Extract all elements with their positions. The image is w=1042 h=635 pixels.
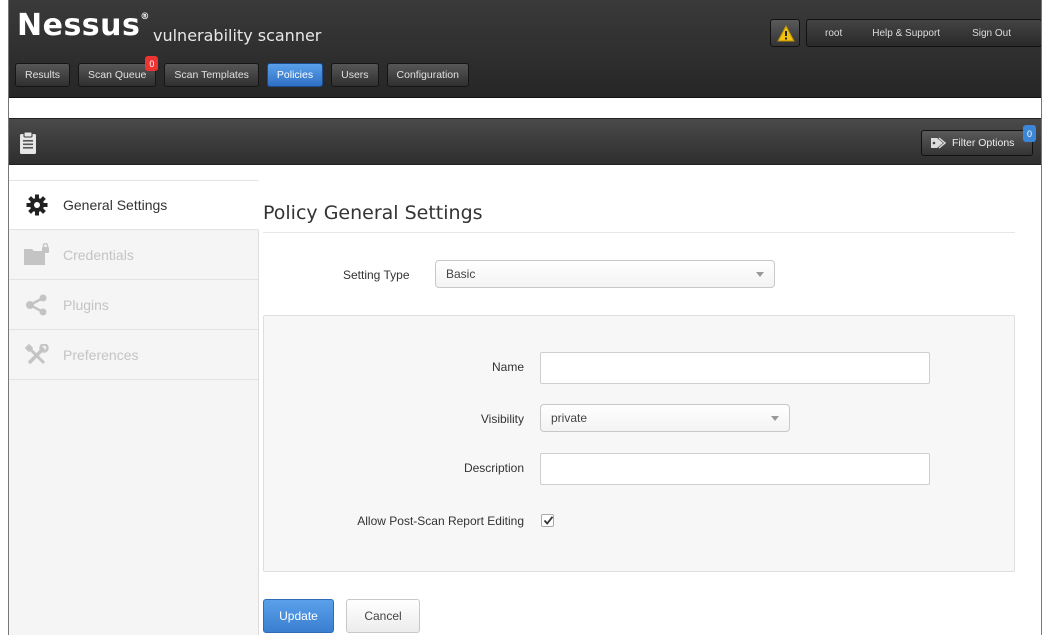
sidebar-item-preferences[interactable]: Preferences: [9, 330, 258, 380]
sidebar-item-plugins[interactable]: Plugins: [9, 280, 258, 330]
allow-post-scan-editing-label: Allow Post-Scan Report Editing: [357, 514, 524, 528]
nav-scan-queue[interactable]: Scan Queue 0: [78, 56, 159, 87]
nav-scan-templates[interactable]: Scan Templates: [164, 63, 259, 87]
nav-results[interactable]: Results: [15, 63, 71, 87]
nav-scan-queue-label: Scan Queue: [88, 69, 147, 81]
sidebar-item-label: Credentials: [63, 246, 134, 263]
gear-icon: [23, 193, 51, 217]
nav-configuration[interactable]: Configuration: [386, 63, 469, 87]
general-settings-form: Name Visibility private Description Allo…: [263, 315, 1015, 572]
user-bar: root Help & Support Sign Out: [806, 19, 1041, 47]
sidebar-item-label: Plugins: [63, 296, 109, 313]
tools-icon: [23, 343, 51, 367]
folder-lock-icon: [23, 242, 51, 267]
nav-policies[interactable]: Policies: [266, 63, 324, 87]
top-header: Nessus® vulnerability scanner root Help …: [9, 0, 1041, 98]
sidebar-item-credentials[interactable]: Credentials: [9, 230, 258, 280]
app-window: Nessus® vulnerability scanner root Help …: [8, 0, 1042, 635]
share-nodes-icon: [23, 293, 51, 317]
clipboard-icon: [20, 131, 36, 154]
description-label: Description: [463, 461, 524, 475]
sidebar-item-general-settings[interactable]: General Settings: [9, 180, 259, 230]
cancel-button[interactable]: Cancel: [346, 599, 420, 633]
warning-button[interactable]: [770, 19, 800, 47]
setting-type-value: Basic: [446, 267, 476, 281]
checkmark-icon: [543, 516, 554, 525]
filter-options-button[interactable]: Filter Options 0: [921, 125, 1036, 156]
tags-icon: [931, 137, 946, 149]
logo: Nessus®: [17, 8, 150, 43]
sidebar-item-label: General Settings: [63, 197, 168, 213]
name-field[interactable]: [540, 352, 930, 384]
allow-post-scan-editing-checkbox[interactable]: [541, 514, 554, 527]
scan-queue-badge: 0: [145, 56, 159, 71]
chevron-down-icon: [771, 416, 779, 421]
help-support-link[interactable]: Help & Support: [872, 28, 940, 39]
warning-icon: [777, 25, 795, 42]
settings-sidebar: General Settings Credentials Plugins Pre…: [9, 180, 259, 635]
visibility-select[interactable]: private: [540, 404, 790, 432]
setting-type-select[interactable]: Basic: [435, 260, 775, 288]
description-field[interactable]: [540, 453, 930, 485]
title-divider: [263, 232, 1015, 233]
update-button[interactable]: Update: [263, 599, 334, 633]
nav-users[interactable]: Users: [331, 63, 379, 87]
filter-options-label: Filter Options: [952, 137, 1015, 149]
sign-out-link[interactable]: Sign Out: [972, 28, 1011, 39]
policy-toolbar: Filter Options 0: [9, 118, 1041, 165]
filter-count-badge: 0: [1023, 125, 1036, 142]
name-label: Name: [491, 360, 524, 374]
main-nav: Results Scan Queue 0 Scan Templates Poli…: [15, 56, 477, 87]
page-title: Policy General Settings: [263, 202, 483, 224]
setting-type-label: Setting Type: [343, 268, 410, 282]
logo-subtitle: vulnerability scanner: [153, 26, 322, 45]
user-menu[interactable]: root: [825, 28, 842, 39]
visibility-value: private: [551, 411, 588, 425]
visibility-label: Visibility: [480, 412, 524, 426]
sidebar-item-label: Preferences: [63, 346, 139, 363]
chevron-down-icon: [756, 272, 764, 277]
